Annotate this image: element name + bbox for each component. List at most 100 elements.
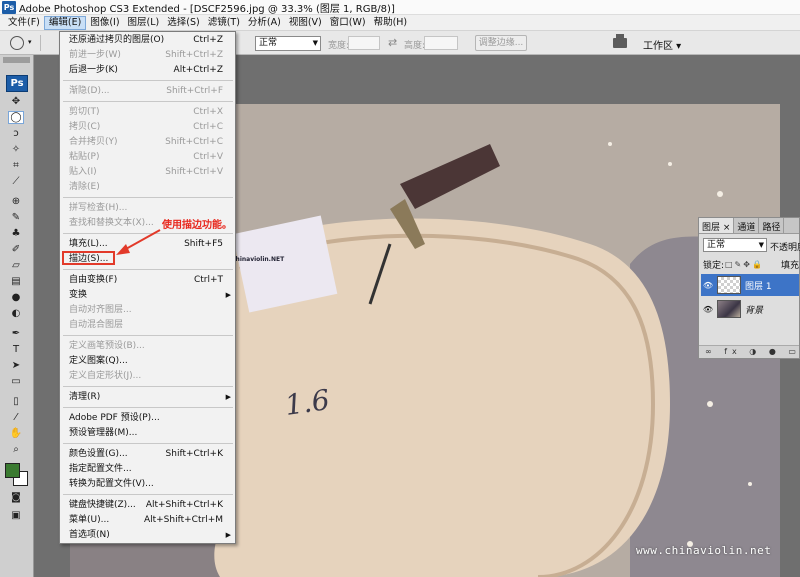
menu-item-copy[interactable]: 拷贝(C) Ctrl+C: [60, 120, 235, 135]
toolbox: Ps ✥ ◯ ↄ ✧ ⌗ ⟋ ⊕ ✎ ♣ ✐ ▱ ▤ ● ◐ ✒ T ➤ ▭ ▯…: [0, 55, 34, 577]
workspace-icon[interactable]: [613, 34, 627, 48]
menu-item-free-transform[interactable]: 自由变换(F) Ctrl+T: [60, 273, 235, 288]
menu-item-clear[interactable]: 清除(E): [60, 180, 235, 195]
eye-icon[interactable]: 👁: [701, 305, 715, 314]
menu-help[interactable]: 帮助(H): [370, 16, 412, 30]
marquee-tool-icon[interactable]: ◯: [8, 111, 24, 124]
menu-item-auto-blend-layers[interactable]: 自动混合图层: [60, 318, 235, 333]
menu-item-define-brush[interactable]: 定义画笔预设(B)...: [60, 339, 235, 354]
healing-brush-icon[interactable]: ⊕: [8, 195, 24, 208]
menu-item-preferences[interactable]: 首选项(N) ▶: [60, 528, 235, 543]
menu-item-copy-merged[interactable]: 合并拷贝(Y) Shift+Ctrl+C: [60, 135, 235, 150]
menu-item-fade[interactable]: 渐隐(D)... Shift+Ctrl+F: [60, 84, 235, 99]
menu-item-color-settings[interactable]: 颜色设置(G)... Shift+Ctrl+K: [60, 447, 235, 462]
notes-tool-icon[interactable]: ▯: [8, 395, 24, 408]
menu-item-fill[interactable]: 填充(L)... Shift+F5: [60, 237, 235, 252]
title-bar: Ps Adobe Photoshop CS3 Extended - [DSCF2…: [0, 0, 800, 15]
layer-thumbnail: [717, 300, 741, 318]
menu-file[interactable]: 文件(F): [4, 16, 44, 30]
dodge-tool-icon[interactable]: ◐: [8, 307, 24, 320]
menu-item-assign-profile[interactable]: 指定配置文件...: [60, 462, 235, 477]
menu-layer[interactable]: 图层(L): [124, 16, 164, 30]
menu-item-auto-align-layers[interactable]: 自动对齐图层...: [60, 303, 235, 318]
elliptical-marquee-icon[interactable]: [10, 36, 24, 50]
brush-tool-icon[interactable]: ✎: [8, 211, 24, 224]
menu-item-transform[interactable]: 变换 ▶: [60, 288, 235, 303]
menu-item-step-backward[interactable]: 后退一步(K) Alt+Ctrl+Z: [60, 63, 235, 78]
move-tool-icon[interactable]: ✥: [8, 95, 24, 108]
menu-item-keyboard-shortcuts[interactable]: 键盘快捷键(Z)... Alt+Shift+Ctrl+K: [60, 498, 235, 513]
clone-stamp-icon[interactable]: ♣: [8, 227, 24, 240]
history-brush-icon[interactable]: ✐: [8, 243, 24, 256]
lasso-tool-icon[interactable]: ↄ: [8, 127, 24, 140]
style-select[interactable]: 正常 ▼: [255, 36, 321, 51]
submenu-arrow-icon: ▶: [225, 531, 231, 539]
menu-item-paste[interactable]: 粘贴(P) Ctrl+V: [60, 150, 235, 165]
tab-paths[interactable]: 路径: [759, 218, 785, 233]
eraser-tool-icon[interactable]: ▱: [8, 259, 24, 272]
menu-separator: [63, 233, 233, 234]
slice-tool-icon[interactable]: ⟋: [8, 175, 24, 188]
menu-item-define-custom-shape[interactable]: 定义自定形状(J)...: [60, 369, 235, 384]
path-selection-icon[interactable]: ➤: [8, 359, 24, 372]
layers-panel-footer[interactable]: ∞ fx ◑ ● ▭ ▢: [699, 345, 799, 358]
menu-item-spell-check[interactable]: 拼写检查(H)...: [60, 201, 235, 216]
blur-tool-icon[interactable]: ●: [8, 291, 24, 304]
height-label: 高度:: [404, 41, 426, 51]
eye-icon[interactable]: 👁: [701, 281, 715, 290]
quick-mask-icon[interactable]: ◙: [8, 491, 24, 504]
menu-analysis[interactable]: 分析(A): [244, 16, 285, 30]
crop-tool-icon[interactable]: ⌗: [8, 159, 24, 172]
workspace-menu[interactable]: 工作区 ▾: [643, 37, 681, 52]
eyedropper-tool-icon[interactable]: ⁄: [8, 411, 24, 424]
tool-preset-chevron-icon[interactable]: ▾: [28, 38, 32, 46]
menu-image[interactable]: 图像(I): [86, 16, 123, 30]
gradient-tool-icon[interactable]: ▤: [8, 275, 24, 288]
menu-view[interactable]: 视图(V): [285, 16, 326, 30]
chevron-down-icon: ▼: [758, 241, 764, 249]
lock-icons[interactable]: □✎✥🔒: [725, 260, 764, 269]
magic-wand-tool-icon[interactable]: ✧: [8, 143, 24, 156]
layer-row[interactable]: 👁 图层 1: [701, 274, 799, 296]
layer-row[interactable]: 👁 背景: [701, 298, 799, 320]
menu-item-menus[interactable]: 菜单(U)... Alt+Shift+Ctrl+M: [60, 513, 235, 528]
tab-channels[interactable]: 通道: [734, 218, 760, 233]
menu-item-paste-into[interactable]: 贴入(I) Shift+Ctrl+V: [60, 165, 235, 180]
swap-dimensions-icon[interactable]: ⇄: [388, 36, 397, 49]
foreground-color-swatch[interactable]: [5, 463, 20, 478]
watermark: www.chinaviolin.net: [636, 544, 772, 557]
type-tool-icon[interactable]: T: [8, 343, 24, 356]
tab-layers[interactable]: 图层 ×: [699, 218, 735, 233]
menu-bar: 文件(F) 编辑(E) 图像(I) 图层(L) 选择(S) 滤镜(T) 分析(A…: [0, 15, 800, 31]
toolbox-grip[interactable]: [3, 57, 30, 63]
height-field[interactable]: [424, 36, 458, 50]
hand-tool-icon[interactable]: ✋: [8, 427, 24, 440]
menu-item-purge[interactable]: 清理(R) ▶: [60, 390, 235, 405]
menu-item-undo[interactable]: 还原通过拷贝的图层(O) Ctrl+Z: [60, 33, 235, 48]
screen-mode-icon[interactable]: ▣: [8, 509, 24, 522]
menu-window[interactable]: 窗口(W): [326, 16, 370, 30]
layer-thumbnail: [717, 276, 741, 294]
menu-filter[interactable]: 滤镜(T): [204, 16, 244, 30]
menu-item-cut[interactable]: 剪切(T) Ctrl+X: [60, 105, 235, 120]
menu-separator: [63, 101, 233, 102]
menu-separator: [63, 197, 233, 198]
stroke-highlight-box: [62, 251, 115, 265]
fill-label: 填充: [781, 261, 800, 271]
menu-item-preset-manager[interactable]: 预设管理器(M)...: [60, 426, 235, 441]
menu-select[interactable]: 选择(S): [163, 16, 203, 30]
shape-tool-icon[interactable]: ▭: [8, 375, 24, 388]
zoom-tool-icon[interactable]: ⌕: [8, 443, 24, 456]
photoshop-logo[interactable]: Ps: [6, 75, 28, 92]
pen-tool-icon[interactable]: ✒: [8, 327, 24, 340]
menu-edit[interactable]: 编辑(E): [43, 15, 87, 30]
menu-item-step-forward[interactable]: 前进一步(W) Shift+Ctrl+Z: [60, 48, 235, 63]
menu-item-convert-profile[interactable]: 转换为配置文件(V)...: [60, 477, 235, 492]
menu-separator: [63, 386, 233, 387]
refine-edge-button[interactable]: 调整边缘...: [475, 35, 527, 51]
menu-item-pdf-presets[interactable]: Adobe PDF 预设(P)...: [60, 411, 235, 426]
menu-item-define-pattern[interactable]: 定义图案(Q)...: [60, 354, 235, 369]
blend-mode-select[interactable]: 正常 ▼: [703, 238, 767, 252]
edit-menu-dropdown: 还原通过拷贝的图层(O) Ctrl+Z 前进一步(W) Shift+Ctrl+Z 后…: [59, 31, 236, 544]
width-field[interactable]: [348, 36, 380, 50]
